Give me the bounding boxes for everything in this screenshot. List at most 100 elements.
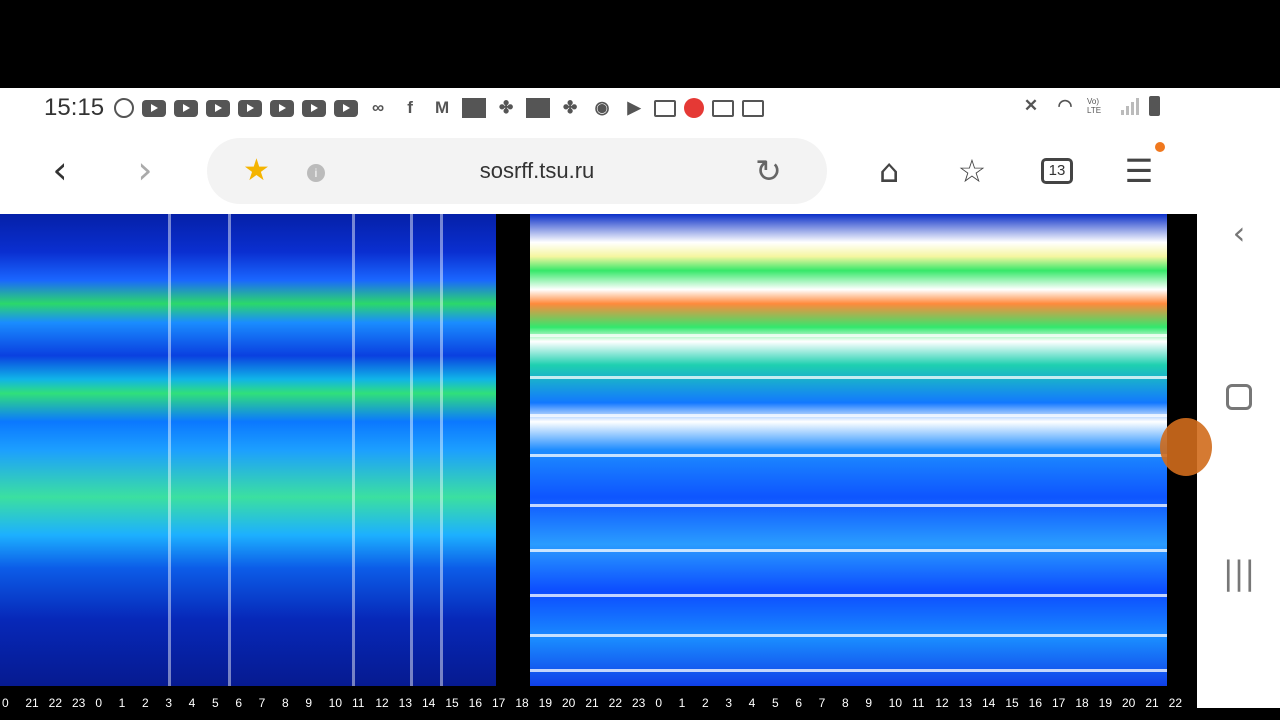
time-tick: 17 [492, 696, 506, 710]
window-icon [712, 99, 735, 117]
spectrogram-streak [352, 214, 355, 686]
time-tick: 11 [912, 696, 925, 710]
time-tick: 22 [48, 696, 63, 710]
menu-icon[interactable]: ☰ [1119, 152, 1159, 192]
time-tick: 16 [1028, 696, 1043, 710]
time-tick: 10 [328, 696, 343, 710]
time-tick: 13 [958, 696, 973, 710]
spectrogram-band [530, 414, 1167, 417]
time-tick: 12 [935, 696, 949, 710]
ebay-icon [526, 98, 551, 118]
time-tick: 7 [818, 696, 826, 710]
back-button[interactable]: ‹ [40, 148, 80, 194]
gallery-icon [654, 99, 677, 117]
browser-toolbar: ‹ › ★ i sosrff.tsu.ru ↻ ⌂ ☆ 13 ☰ [0, 128, 1280, 214]
alarm-icon: ◉ [594, 98, 610, 117]
tabs-count: 13 [1041, 158, 1073, 184]
spectrogram-image [0, 214, 1197, 686]
time-tick: 21 [25, 696, 39, 710]
time-tick: 18 [1075, 696, 1089, 710]
battery-icon [1149, 96, 1160, 116]
tabs-button[interactable]: 13 [1036, 152, 1076, 192]
time-tick: 4 [188, 696, 196, 710]
status-time: 15:15 [44, 94, 105, 121]
spectrogram-band [530, 594, 1167, 597]
forward-button[interactable]: › [125, 148, 165, 194]
time-tick: 20 [562, 696, 576, 710]
system-recents-icon[interactable]: ||| [1219, 554, 1259, 594]
spectrogram-band [530, 454, 1167, 457]
spectrogram-streak [228, 214, 231, 686]
time-tick: 21 [585, 696, 599, 710]
pinwheel-icon: ✤ [498, 98, 514, 117]
floating-overlay-button[interactable] [1160, 418, 1212, 476]
stop-icon [684, 98, 705, 118]
time-tick: 11 [352, 696, 365, 710]
time-tick: 3 [725, 696, 733, 710]
time-tick: 5 [772, 696, 779, 710]
time-tick: 4 [748, 696, 756, 710]
time-tick: 23 [632, 696, 646, 710]
youtube-icon [142, 99, 167, 117]
time-tick: 8 [282, 696, 289, 710]
youtube-icon [238, 99, 263, 117]
spectrogram-streak [440, 214, 443, 686]
facebook-icon: f [407, 98, 413, 117]
time-tick: 9 [305, 696, 313, 710]
time-tick: 17 [1052, 696, 1066, 710]
wifi-icon: ◠ [1057, 96, 1073, 115]
system-status-icons: ✕ ◠ Vo) LTE [1019, 96, 1160, 116]
messenger-icon [114, 98, 135, 118]
address-bar[interactable]: ★ i sosrff.tsu.ru ↻ [207, 138, 827, 204]
volte-icon: Vo) LTE [1087, 97, 1102, 115]
time-tick: 0 [95, 696, 103, 710]
spectrogram-band [530, 334, 1167, 337]
time-tick: 22 [1168, 696, 1183, 710]
spectrogram-streak [410, 214, 413, 686]
time-tick: 18 [515, 696, 529, 710]
spectrogram-streak [168, 214, 171, 686]
pinwheel-icon: ✤ [562, 98, 578, 117]
spectrogram-band [530, 669, 1167, 672]
system-back-icon[interactable]: ‹ [1219, 214, 1259, 254]
bookmarks-icon[interactable]: ☆ [952, 152, 992, 192]
time-axis: 0 21 22 23 0 1 2 3 4 5 6 7 8 9 10 11 12 13 14 15 16 17 18 19 20 2… [0, 686, 1197, 720]
notification-dot [1155, 142, 1165, 152]
time-tick: 15 [445, 696, 459, 710]
time-tick: 19 [538, 696, 553, 710]
time-tick: 14 [422, 696, 436, 710]
time-tick: 5 [212, 696, 219, 710]
time-tick: 15 [1005, 696, 1019, 710]
reload-icon[interactable]: ↻ [755, 152, 782, 190]
time-tick: 9 [865, 696, 873, 710]
spectrogram-left-panel [0, 214, 496, 686]
spectrogram-band [530, 634, 1167, 637]
time-tick: 3 [165, 696, 173, 710]
time-tick: 20 [1122, 696, 1136, 710]
system-home-icon[interactable] [1219, 378, 1259, 418]
time-tick: 14 [982, 696, 996, 710]
time-tick: 10 [888, 696, 903, 710]
home-icon[interactable]: ⌂ [869, 152, 909, 192]
video-icon: ▶ [627, 98, 641, 117]
youtube-icon [270, 99, 295, 117]
youtube-icon [174, 99, 199, 117]
time-tick: 7 [258, 696, 266, 710]
time-tick: 22 [608, 696, 623, 710]
spectrogram-right-panel [530, 214, 1167, 686]
time-tick: 21 [1145, 696, 1159, 710]
time-tick: 23 [72, 696, 86, 710]
system-nav-bar: ‹ ||| [1197, 214, 1280, 708]
time-tick: 0 [655, 696, 663, 710]
time-tick: 2 [702, 696, 709, 710]
time-tick: 8 [842, 696, 849, 710]
youtube-icon [334, 99, 359, 117]
time-tick: 6 [795, 696, 803, 710]
notification-icons: ∞ f M ✤ ✤ ◉ ▶ [114, 98, 765, 118]
video-letterbox-top [0, 0, 1280, 88]
spectrogram-band [530, 549, 1167, 552]
ebay-icon [462, 98, 487, 118]
time-tick: 1 [678, 696, 686, 710]
time-tick: 13 [398, 696, 413, 710]
spectrogram-band [530, 376, 1167, 379]
